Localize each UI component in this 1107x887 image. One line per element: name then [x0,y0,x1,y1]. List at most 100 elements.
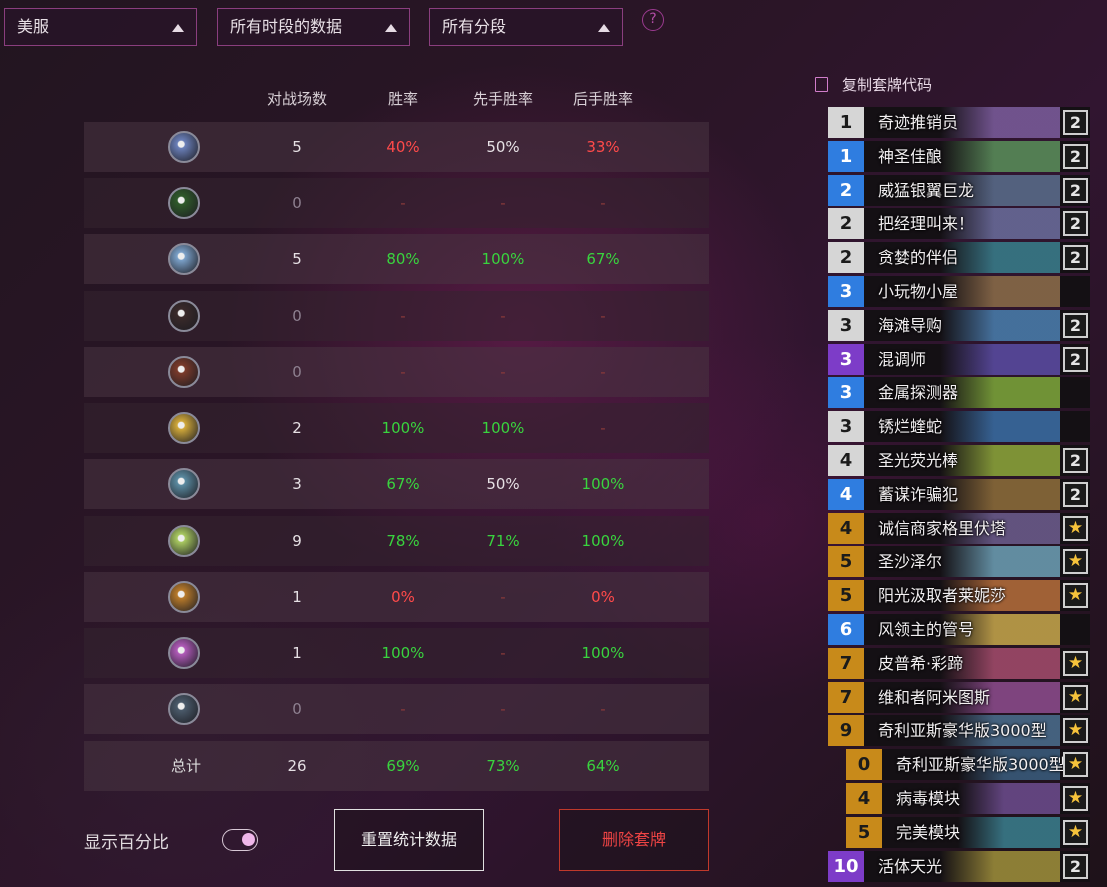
card-cost: 9 [828,715,864,747]
deck-card[interactable]: 3 混调师 2 [828,343,1090,375]
toggle-knob [242,833,255,846]
card-cost: 4 [828,512,864,544]
cell-second: 100% [581,644,625,662]
card-name: 威猛银翼巨龙 [878,180,975,200]
time-range-dropdown[interactable]: 所有时段的数据 [217,8,410,46]
card-art [940,343,1060,375]
card-count-badge: 2 [1063,245,1088,271]
deck-card[interactable]: 9 奇利亚斯豪华版3000型 ★ [828,715,1090,747]
shaman-class-icon [168,243,200,275]
legendary-star-icon: ★ [1063,583,1088,609]
card-cost: 2 [828,242,864,274]
legendary-star-icon: ★ [1063,752,1088,778]
table-row: 3 67% 50% 100% [84,459,709,509]
deck-card[interactable]: 7 皮普希·彩蹄 ★ [828,647,1090,679]
card-name: 奇利亚斯豪华版3000型 [896,755,1065,775]
cell-second: 0% [591,588,615,606]
table-total-row: 总计 26 69% 73% 64% [84,741,709,791]
show-percent-label: 显示百分比 [84,833,169,853]
card-cost: 5 [828,546,864,578]
help-icon[interactable]: ? [642,9,664,31]
region-dropdown[interactable]: 美服 [4,8,197,46]
card-count-badge: 2 [1063,143,1088,169]
deck-card[interactable]: 10 活体天光 2 [828,850,1090,882]
card-cost: 5 [828,580,864,612]
legendary-star-icon: ★ [1063,515,1088,541]
card-name: 蓄谋诈骗犯 [878,484,959,504]
card-count-badge: 2 [1063,448,1088,473]
total-label: 总计 [170,757,201,775]
deck-card[interactable]: 2 威猛银翼巨龙 2 [828,174,1090,206]
death-knight-class-icon [168,693,200,725]
card-cost: 2 [828,174,864,206]
deck-card[interactable]: 1 奇迹推销员 2 [828,107,1090,138]
card-cost: 3 [828,343,864,375]
deck-card[interactable]: 0 奇利亚斯豪华版3000型 ★ [846,749,1090,781]
rank-dropdown[interactable]: 所有分段 [429,8,623,46]
card-name: 锈烂蝰蛇 [878,417,943,437]
cell-games: 5 [292,138,302,156]
reset-stats-button[interactable]: 重置统计数据 [334,809,484,871]
card-cost: 4 [828,478,864,510]
card-cost: 4 [828,445,864,476]
deck-card[interactable]: 4 蓄谋诈骗犯 2 [828,478,1090,510]
cell-games: 1 [292,644,302,662]
table-row: 1 100% -100% [84,628,709,678]
card-name: 诚信商家格里伏塔 [878,518,1007,538]
deck-card[interactable]: 2 把经理叫来！ 2 [828,208,1090,240]
deck-card[interactable]: 1 神圣佳酿 2 [828,140,1090,172]
deck-card[interactable]: 7 维和者阿米图斯 ★ [828,681,1090,713]
card-cost: 5 [846,816,882,848]
table-row: 9 78% 71% 100% [84,516,709,566]
copy-deck-code-button[interactable]: 复制套牌代码 [815,74,932,95]
legendary-star-icon: ★ [1063,684,1088,710]
deck-card[interactable]: 3 金属探测器 [828,377,1090,409]
table-row: 1 0% -0% [84,572,709,622]
header-games: 对战场数 [266,90,327,108]
card-name: 维和者阿米图斯 [878,687,991,707]
cell-second: - [600,307,606,325]
card-name: 把经理叫来！ [878,214,975,234]
total-games: 26 [287,757,307,775]
cell-second: 100% [581,532,625,550]
deck-card[interactable]: 2 贪婪的伴侣 2 [828,242,1090,274]
deck-card[interactable]: 5 完美模块 ★ [846,816,1090,848]
card-art [940,140,1060,172]
card-cost: 3 [828,276,864,307]
deck-card[interactable]: 3 海滩导购 2 [828,309,1090,341]
deck-card[interactable]: 5 阳光汲取者莱妮莎 ★ [828,580,1090,612]
card-name: 金属探测器 [878,383,959,403]
header-second-winrate: 后手胜率 [572,90,633,108]
card-name: 混调师 [878,349,927,369]
card-art [940,411,1060,443]
copy-deck-code-label: 复制套牌代码 [842,76,933,94]
chevron-up-icon [172,24,184,32]
time-range-value: 所有时段的数据 [230,17,343,36]
cell-second: - [600,194,606,212]
deck-card[interactable]: 3 小玩物小屋 [828,276,1090,307]
chevron-up-icon [598,24,610,32]
copy-icon [815,77,828,92]
deck-card[interactable]: 4 病毒模块 ★ [846,783,1090,814]
druid-class-icon [168,525,200,557]
card-count-badge: 2 [1063,177,1088,203]
cell-games: 2 [292,419,302,437]
delete-deck-button[interactable]: 删除套牌 [559,809,709,871]
deck-card[interactable]: 4 圣光荧光棒 2 [828,445,1090,476]
card-cost: 1 [828,140,864,172]
cell-games: 3 [292,475,302,493]
card-name: 神圣佳酿 [878,146,943,166]
legendary-star-icon: ★ [1063,718,1088,744]
deck-card[interactable]: 5 圣沙泽尔 ★ [828,546,1090,578]
priest-class-icon [168,468,200,500]
card-cost: 4 [846,783,882,814]
table-row: 2 100% 100% - [84,403,709,453]
show-percent-toggle[interactable] [222,829,258,851]
cell-second: 33% [586,138,620,156]
card-count-badge: 2 [1063,853,1088,879]
card-cost: 6 [828,614,864,645]
deck-card[interactable]: 3 锈烂蝰蛇 [828,411,1090,443]
table-row: 5 80% 100% 67% [84,234,709,284]
deck-card[interactable]: 6 风领主的管号 [828,614,1090,645]
deck-card[interactable]: 4 诚信商家格里伏塔 ★ [828,512,1090,544]
